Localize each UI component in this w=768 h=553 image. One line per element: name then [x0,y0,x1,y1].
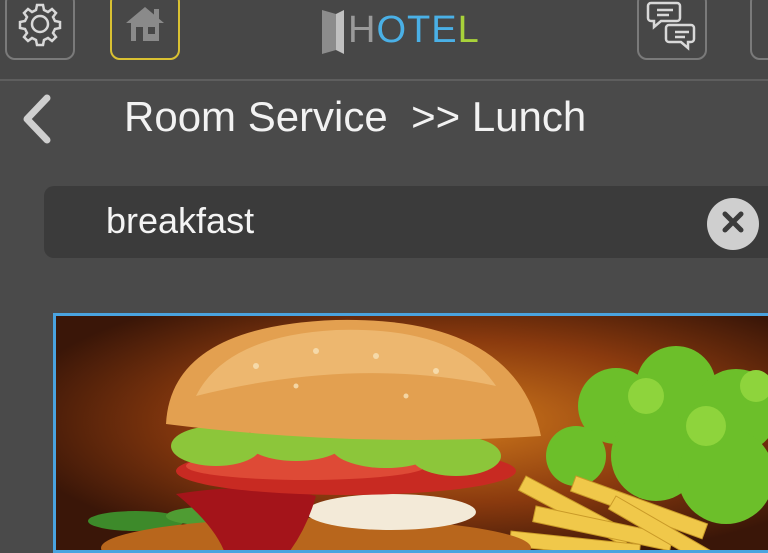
home-icon [123,4,167,49]
close-icon [720,209,746,240]
clear-search-button[interactable] [707,198,759,250]
breadcrumb: Room Service >> Lunch [124,93,587,140]
top-bar: HOTEL [0,0,768,81]
door-logo-icon [322,10,344,54]
back-button[interactable] [14,94,58,149]
extra-toolbar-button[interactable] [750,0,768,60]
menu-item-card[interactable] [53,313,768,553]
hotel-logo: HOTEL [320,6,480,54]
chevron-left-icon [19,94,53,149]
chat-bubbles-icon [645,0,699,56]
home-button[interactable] [110,0,180,60]
logo-text: HOTEL [348,9,480,51]
search-bar [44,186,768,258]
settings-button[interactable] [5,0,75,60]
search-input[interactable] [106,196,686,246]
burger-image [88,319,768,550]
gear-icon [17,1,63,52]
chat-button[interactable] [637,0,707,60]
